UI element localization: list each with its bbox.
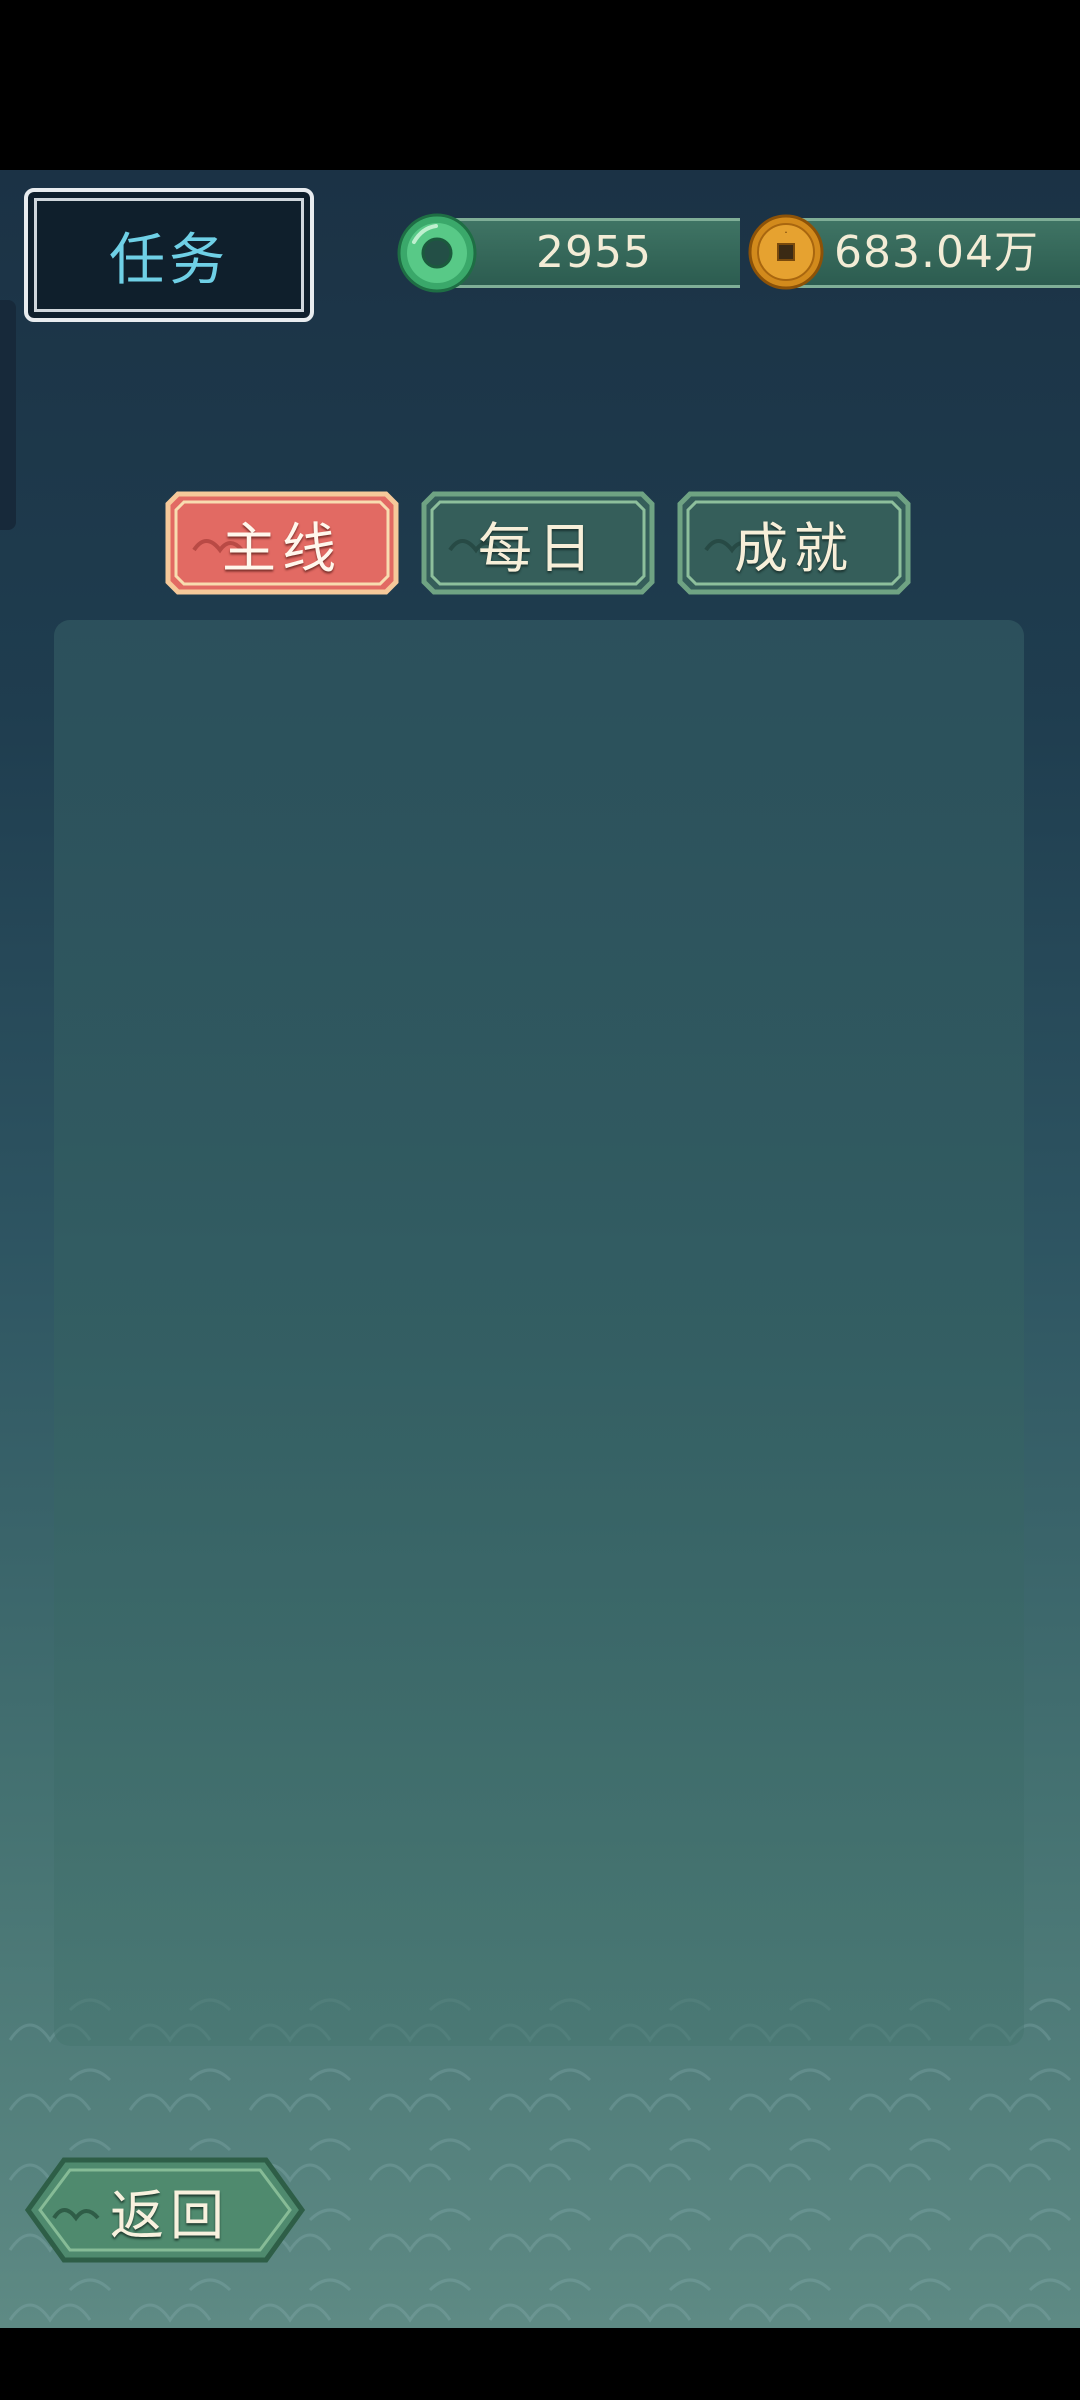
status-bar [0, 0, 1080, 170]
back-button[interactable]: 返回 [24, 2156, 306, 2264]
jade-currency: 2955 [396, 212, 740, 294]
coin-currency: · 683.04万 [748, 212, 1080, 294]
left-edge-handle [0, 300, 16, 530]
svg-text:·: · [784, 226, 788, 239]
copper-coin-icon: · [748, 214, 824, 290]
page-title-plate: 任务 [24, 188, 314, 322]
navigation-bar [0, 2328, 1080, 2400]
coin-value: 683.04万 [834, 227, 1039, 278]
task-list-panel [54, 620, 1024, 2046]
jade-ring-icon [397, 213, 477, 293]
screen: 任务 2955 · 683.04万 主线 每日 成就 返回 [0, 0, 1080, 2400]
game-area: 任务 2955 · 683.04万 主线 每日 成就 返回 [0, 170, 1080, 2328]
tab-daily[interactable]: 每日 [420, 490, 656, 596]
tab-achievements-label: 成就 [734, 516, 854, 580]
tab-main[interactable]: 主线 [164, 490, 400, 596]
page-title: 任务 [109, 227, 229, 293]
back-button-label: 返回 [110, 2183, 230, 2247]
tab-achievements[interactable]: 成就 [676, 490, 912, 596]
tab-daily-label: 每日 [478, 516, 598, 580]
jade-value: 2955 [536, 227, 652, 278]
tab-main-label: 主线 [222, 516, 342, 580]
